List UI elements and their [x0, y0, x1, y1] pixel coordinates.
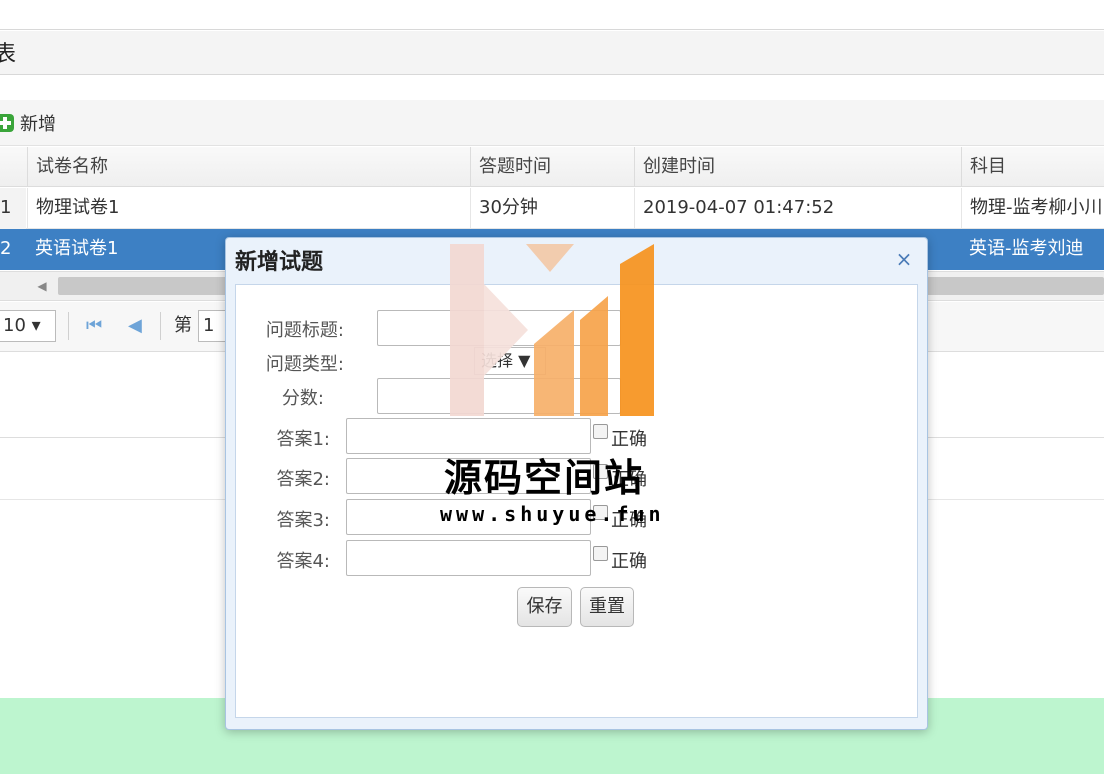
answer-1-correct-checkbox[interactable]: [593, 424, 608, 439]
column-header-time[interactable]: 答题时间: [470, 147, 634, 187]
cell-name: 物理试卷1: [27, 188, 470, 229]
column-header-subject[interactable]: 科目: [961, 147, 1104, 187]
add-icon: [0, 114, 14, 132]
close-icon[interactable]: ×: [893, 248, 915, 270]
save-button[interactable]: 保存: [517, 587, 572, 627]
page-label: 第: [174, 315, 192, 336]
dialog-title: 新增试题: [235, 250, 324, 275]
answer-4-input[interactable]: [346, 540, 591, 576]
answer-3-label: 答案3:: [276, 510, 330, 531]
column-header-created[interactable]: 创建时间: [634, 147, 961, 187]
watermark-name: 源码空间站: [444, 456, 645, 500]
row-number: 2: [0, 238, 12, 259]
panel-title: 表: [0, 42, 17, 67]
answer-1-label: 答案1:: [276, 429, 330, 450]
top-strip: [0, 0, 1104, 30]
score-label: 分数:: [281, 388, 324, 409]
question-title-label: 问题标题:: [265, 320, 344, 341]
pager-divider: [68, 312, 69, 340]
prev-page-icon[interactable]: ◀: [128, 312, 148, 340]
cell-created: 2019-04-07 01:47:52: [634, 188, 961, 229]
watermark-logo: [450, 244, 656, 416]
cell-time: 30分钟: [470, 188, 634, 229]
cell-subject: 英语-监考刘迪: [969, 238, 1084, 259]
page-number-input[interactable]: 1: [198, 310, 228, 342]
column-header-name[interactable]: 试卷名称: [27, 147, 470, 187]
reset-button[interactable]: 重置: [580, 587, 634, 627]
answer-4-correct-checkbox[interactable]: [593, 546, 608, 561]
answer-4-label: 答案4:: [276, 551, 330, 572]
watermark-logo-graphic: [450, 244, 654, 416]
answer-4-correct-label: 正确: [611, 551, 647, 572]
cell-subject: 物理-监考柳小川: [961, 188, 1104, 229]
watermark-url: www.shuyue.fun: [440, 502, 665, 526]
panel-header: [0, 31, 1104, 75]
add-button[interactable]: 新增: [0, 110, 56, 136]
scroll-left-icon[interactable]: ◀: [28, 272, 56, 300]
toolbar: [0, 100, 1104, 146]
row-number: 1: [0, 188, 26, 229]
table-row[interactable]: 1 物理试卷1 30分钟 2019-04-07 01:47:52 物理-监考柳小…: [0, 188, 1104, 229]
answer-2-label: 答案2:: [276, 469, 330, 490]
question-type-label: 问题类型:: [265, 354, 344, 375]
first-page-icon[interactable]: ⏮: [86, 312, 106, 340]
rownum-header: [0, 147, 27, 187]
add-button-label: 新增: [20, 114, 56, 135]
page-size-select[interactable]: 10 ▾: [0, 310, 56, 342]
pager-divider: [160, 312, 161, 340]
grid-header: 试卷名称 答题时间 创建时间 科目: [0, 147, 1104, 187]
